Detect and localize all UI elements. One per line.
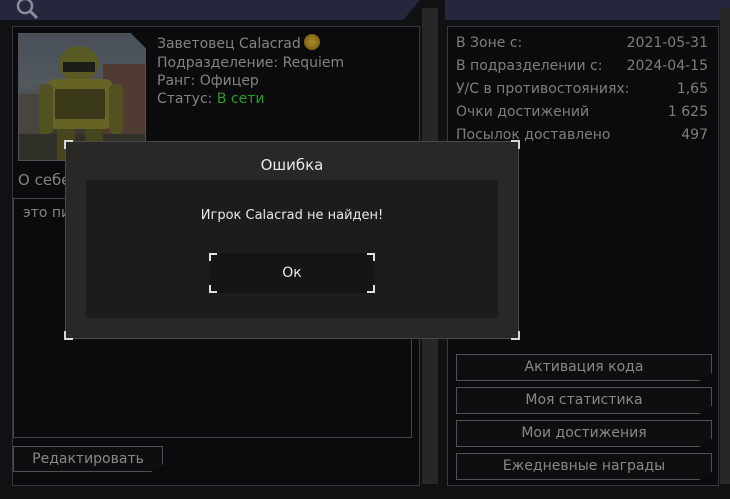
ok-button[interactable]: Ок bbox=[209, 253, 375, 293]
button-corner bbox=[367, 285, 375, 293]
dialog-corner bbox=[64, 140, 73, 149]
error-dialog: Ошибка Игрок Calacrad не найден! Ок bbox=[64, 140, 520, 340]
dialog-corner bbox=[511, 140, 520, 149]
dialog-corner bbox=[511, 331, 520, 340]
dialog-corner bbox=[64, 331, 73, 340]
button-corner bbox=[209, 253, 217, 261]
dialog-title: Ошибка bbox=[260, 156, 324, 174]
dialog-message: Игрок Calacrad не найден! bbox=[200, 208, 384, 223]
ok-button-label: Ок bbox=[282, 265, 302, 281]
button-corner bbox=[209, 285, 217, 293]
button-corner bbox=[367, 253, 375, 261]
dialog-body: Игрок Calacrad не найден! Ок bbox=[86, 180, 498, 318]
